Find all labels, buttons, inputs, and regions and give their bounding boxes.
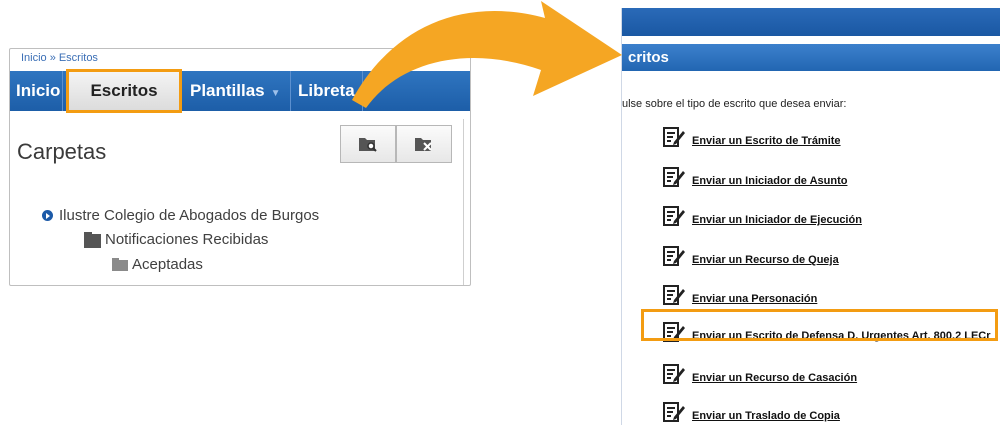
escrito-option-link[interactable]: Enviar un Recurso de Queja — [692, 254, 839, 266]
folder-search-icon — [359, 138, 377, 152]
folder-icon — [84, 231, 101, 248]
section-header: critos — [622, 44, 1000, 71]
document-edit-icon — [663, 285, 685, 305]
escritos-options-panel: critos ulse sobre el tipo de escrito que… — [621, 8, 1000, 425]
folder-search-button[interactable] — [340, 125, 396, 163]
tab-libreta[interactable]: Libreta — [298, 71, 355, 111]
breadcrumb: Inicio» Escritos — [21, 52, 98, 64]
folder-icon — [112, 258, 128, 271]
breadcrumb-current: Escritos — [58, 52, 98, 64]
escrito-option-item[interactable]: Enviar un Escrito de Trámite — [662, 126, 841, 148]
circle-arrow-icon — [42, 210, 53, 221]
highlight-box — [641, 309, 998, 341]
escrito-option-item[interactable]: Enviar un Traslado de Copia — [662, 401, 840, 423]
folder-delete-button[interactable] — [396, 125, 452, 163]
tree-item-label: Aceptadas — [132, 256, 203, 273]
folder-delete-icon — [415, 138, 432, 151]
escrito-option-item[interactable]: Enviar un Recurso de Queja — [662, 245, 839, 267]
tab-escritos[interactable]: Escritos — [66, 69, 182, 113]
escritos-app-panel: Inicio» Escritos Inicio Escritos Plantill… — [9, 48, 471, 286]
nav-divider — [62, 71, 63, 111]
chevron-down-icon: ▼ — [270, 88, 281, 99]
nav-divider — [290, 71, 291, 111]
document-edit-icon — [663, 246, 685, 266]
instruction-text: ulse sobre el tipo de escrito que desea … — [622, 98, 847, 110]
nav-divider — [362, 71, 363, 111]
escrito-option-item[interactable]: Enviar un Iniciador de Asunto — [662, 166, 847, 188]
escrito-option-item[interactable]: Enviar un Iniciador de Ejecución — [662, 205, 862, 227]
breadcrumb-home-link[interactable]: Inicio — [21, 52, 47, 64]
escrito-option-link[interactable]: Enviar un Recurso de Casación — [692, 372, 857, 384]
tree-item-aceptadas[interactable]: Aceptadas — [112, 256, 203, 273]
document-edit-icon — [663, 127, 685, 147]
panel-divider — [463, 119, 464, 285]
escrito-option-link[interactable]: Enviar un Iniciador de Ejecución — [692, 214, 862, 226]
escrito-option-link[interactable]: Enviar un Iniciador de Asunto — [692, 175, 847, 187]
escrito-option-link[interactable]: Enviar un Escrito de Trámite — [692, 135, 841, 147]
document-edit-icon — [663, 402, 685, 422]
document-edit-icon — [663, 364, 685, 384]
main-nav-bar: Inicio Escritos Plantillas ▼ Libreta — [10, 69, 470, 113]
escrito-option-item[interactable]: Enviar un Recurso de Casación — [662, 363, 857, 385]
page-title: Carpetas — [17, 139, 107, 164]
escrito-option-link[interactable]: Enviar un Traslado de Copia — [692, 410, 840, 422]
tree-item-label: Ilustre Colegio de Abogados de Burgos — [59, 207, 320, 224]
section-title: critos — [628, 49, 669, 66]
escrito-option-link[interactable]: Enviar una Personación — [692, 293, 817, 305]
document-edit-icon — [663, 206, 685, 226]
top-bar — [622, 8, 1000, 36]
tree-item-colegio[interactable]: Ilustre Colegio de Abogados de Burgos — [42, 207, 319, 224]
tree-item-label: Notificaciones Recibidas — [105, 231, 269, 248]
tab-plantillas-label: Plantillas — [190, 81, 265, 100]
tab-inicio[interactable]: Inicio — [16, 71, 60, 111]
breadcrumb-separator: » — [49, 52, 56, 64]
escrito-option-item[interactable]: Enviar una Personación — [662, 284, 817, 306]
document-edit-icon — [663, 167, 685, 187]
tab-plantillas[interactable]: Plantillas ▼ — [190, 71, 281, 111]
tree-item-notificaciones[interactable]: Notificaciones Recibidas — [84, 231, 268, 248]
